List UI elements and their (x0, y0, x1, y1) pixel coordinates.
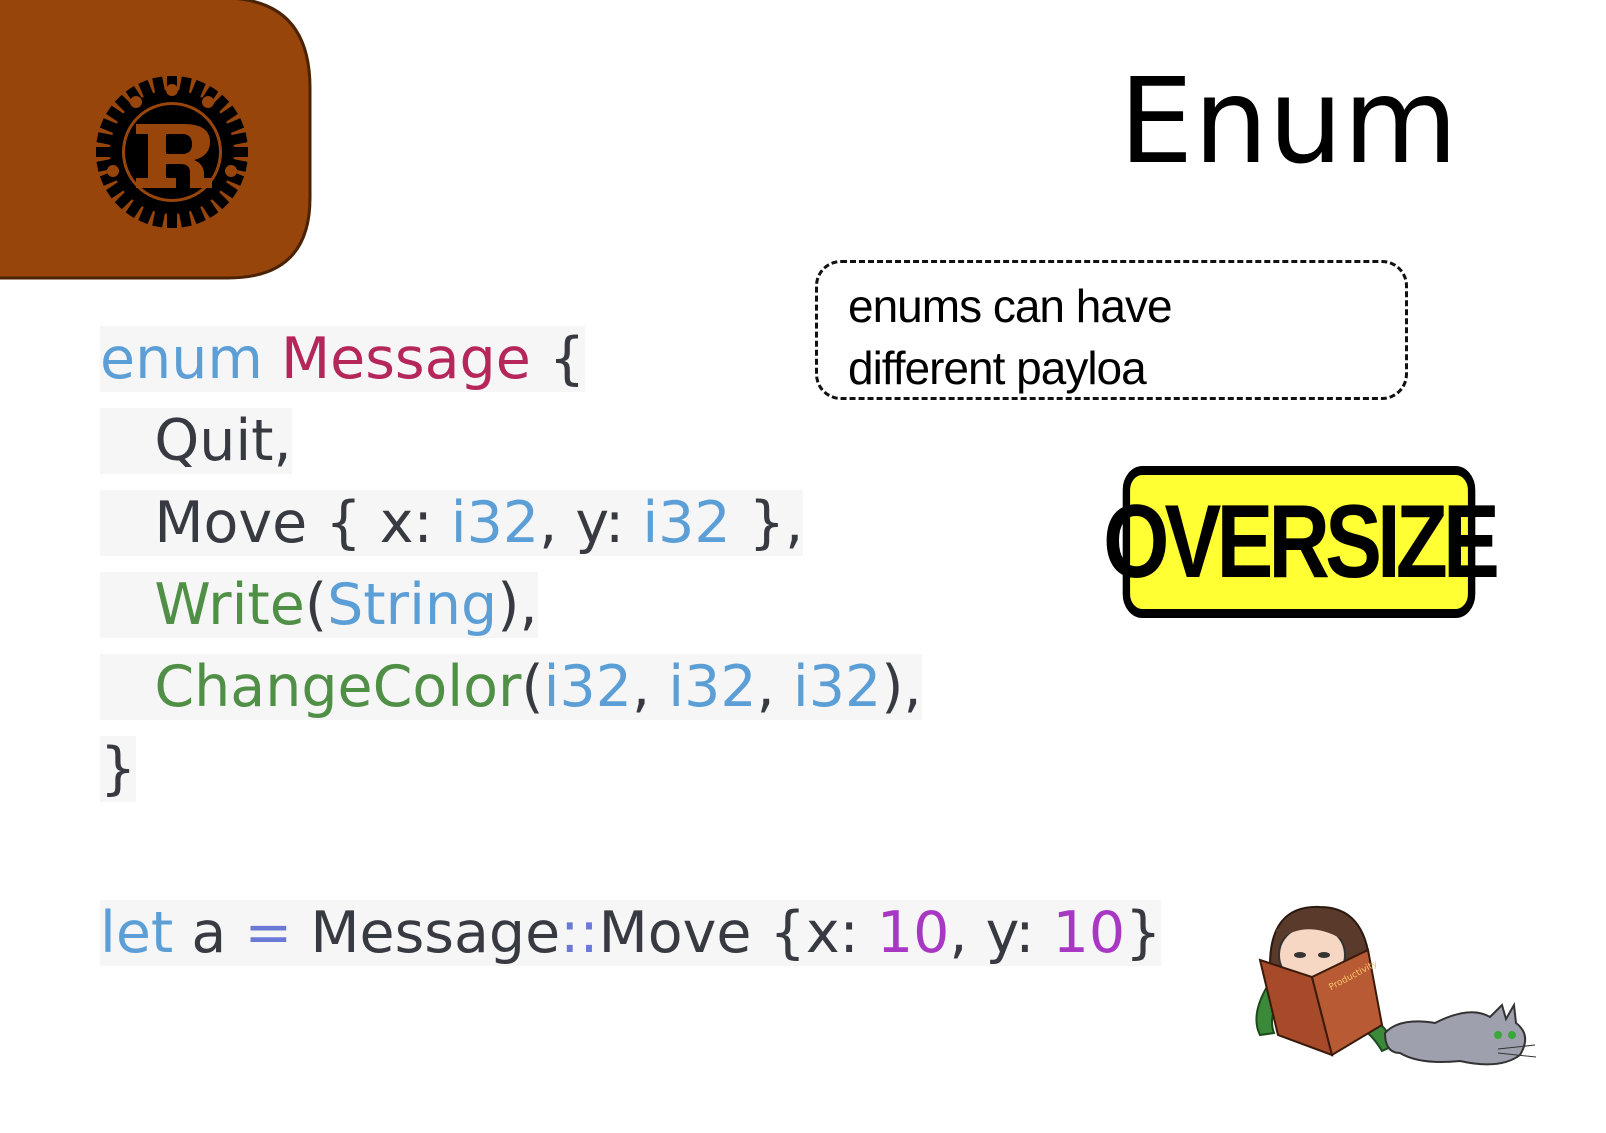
code-token: } (100, 736, 137, 802)
callout-line-2: different payloa (848, 342, 1147, 394)
code-token: a (173, 900, 245, 966)
code-token: }, (730, 490, 804, 556)
code-token: , (632, 654, 669, 720)
code-token: i32 (543, 654, 633, 720)
code-token: i32 (642, 490, 731, 556)
code-line: let a = Message::Move {x: 10, y: 10} (100, 892, 1162, 974)
code-block: enum Message { Quit, Move { x: i32, y: i… (100, 318, 1162, 974)
code-line: } (100, 728, 1161, 810)
code-token: String (327, 572, 498, 638)
code-token: 10 (876, 900, 950, 966)
code-token: Message (280, 326, 531, 392)
code-token: ( (521, 654, 544, 720)
person-reading-book-with-cat-icon: Productivity (1255, 905, 1537, 1066)
callout-note: enums can have different payloa (815, 260, 1408, 400)
code-line: Write(String), (100, 564, 1161, 646)
code-token: ), (881, 654, 922, 720)
code-token: } (1125, 900, 1162, 966)
code-token: Move { x: (100, 490, 451, 556)
code-token: let (100, 900, 174, 966)
code-token: , y: (539, 490, 643, 556)
code-token: :: (560, 900, 599, 966)
slide-title: Enum (1118, 52, 1458, 190)
code-line: ChangeColor(i32, i32, i32), (100, 646, 1161, 728)
code-token: Write (154, 572, 305, 638)
code-token: Quit, (100, 408, 292, 474)
code-token: ( (304, 572, 328, 638)
code-token: { (530, 326, 586, 392)
code-token: enum (100, 326, 263, 392)
code-token: i32 (668, 654, 757, 720)
code-token: ChangeColor (154, 654, 522, 720)
code-line: Move { x: i32, y: i32 }, (100, 482, 1161, 564)
oversize-badge: OVERSIZE (1103, 466, 1500, 618)
code-token: , (756, 654, 793, 720)
callout-line-1: enums can have (848, 280, 1173, 332)
code-token: i32 (792, 654, 882, 720)
code-token: Move {x: (598, 900, 877, 966)
code-token: , y: (949, 900, 1053, 966)
badge-label: OVERSIZE (1103, 483, 1500, 600)
code-token: ), (497, 572, 538, 638)
rust-gear-logo-icon (96, 76, 248, 228)
code-token: = (244, 900, 293, 966)
code-token: 10 (1052, 900, 1126, 966)
code-token: i32 (450, 490, 540, 556)
code-line: Quit, (100, 400, 1161, 482)
code-token: Message (292, 900, 561, 966)
